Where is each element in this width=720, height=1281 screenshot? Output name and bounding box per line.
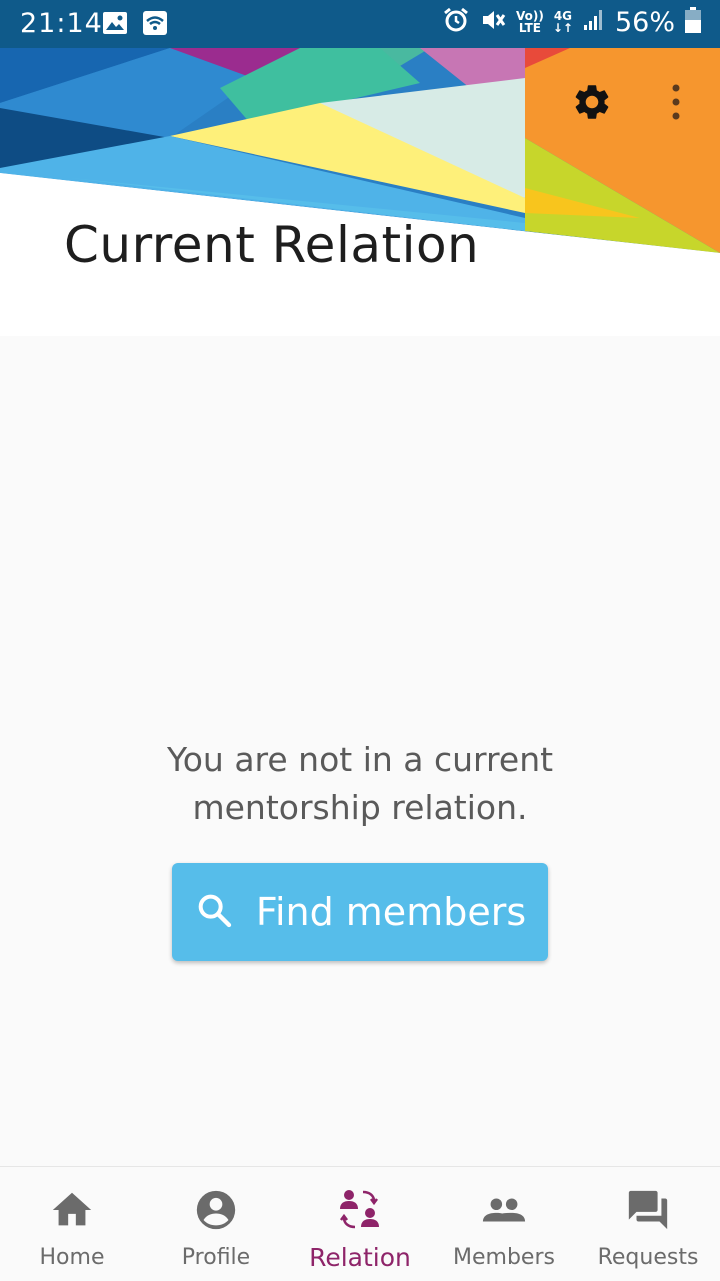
app-header: Current Relation [0, 48, 720, 336]
wifi-icon [142, 10, 168, 40]
nav-item-relation[interactable]: Relation [288, 1167, 432, 1281]
settings-button[interactable] [564, 76, 620, 132]
battery-icon [684, 6, 702, 38]
image-icon [102, 10, 128, 40]
mute-icon [479, 6, 507, 38]
volte-indicator: Vo)) LTE [516, 9, 544, 35]
home-icon [49, 1187, 95, 1237]
nav-label-relation: Relation [309, 1243, 411, 1272]
empty-state-line-2: mentorship relation. [192, 788, 528, 827]
empty-state-message: You are not in a current mentorship rela… [0, 736, 720, 832]
gear-icon [571, 81, 613, 127]
forum-icon [625, 1187, 671, 1237]
nav-label-profile: Profile [181, 1245, 251, 1270]
network-type-indicator: 4G ↓↑ [552, 9, 573, 35]
find-members-label: Find members [255, 890, 527, 934]
overflow-menu-button[interactable] [648, 76, 704, 132]
account-circle-icon [193, 1187, 239, 1237]
empty-state-line-1: You are not in a current [166, 740, 554, 779]
nav-item-home[interactable]: Home [0, 1167, 144, 1281]
nav-item-profile[interactable]: Profile [144, 1167, 288, 1281]
group-icon [481, 1187, 527, 1237]
page-title: Current Relation [64, 216, 480, 274]
nav-item-members[interactable]: Members [432, 1167, 576, 1281]
nav-label-members: Members [453, 1245, 555, 1270]
nav-item-requests[interactable]: Requests [576, 1167, 720, 1281]
nav-label-requests: Requests [597, 1245, 699, 1270]
signal-icon [582, 8, 606, 36]
search-icon [194, 890, 234, 934]
main-content: You are not in a current mentorship rela… [0, 336, 720, 1166]
more-vert-icon [670, 83, 682, 125]
status-bar: 21:14 Vo)) LTE 4G ↓↑ 56% [0, 0, 720, 48]
alarm-icon [442, 6, 470, 38]
status-time: 21:14 [20, 8, 103, 39]
relation-icon [336, 1187, 384, 1237]
bottom-navigation: Home Profile Relation Members Requests [0, 1166, 720, 1281]
nav-label-home: Home [39, 1245, 105, 1270]
battery-percent: 56% [614, 6, 675, 38]
find-members-button[interactable]: Find members [172, 863, 548, 961]
